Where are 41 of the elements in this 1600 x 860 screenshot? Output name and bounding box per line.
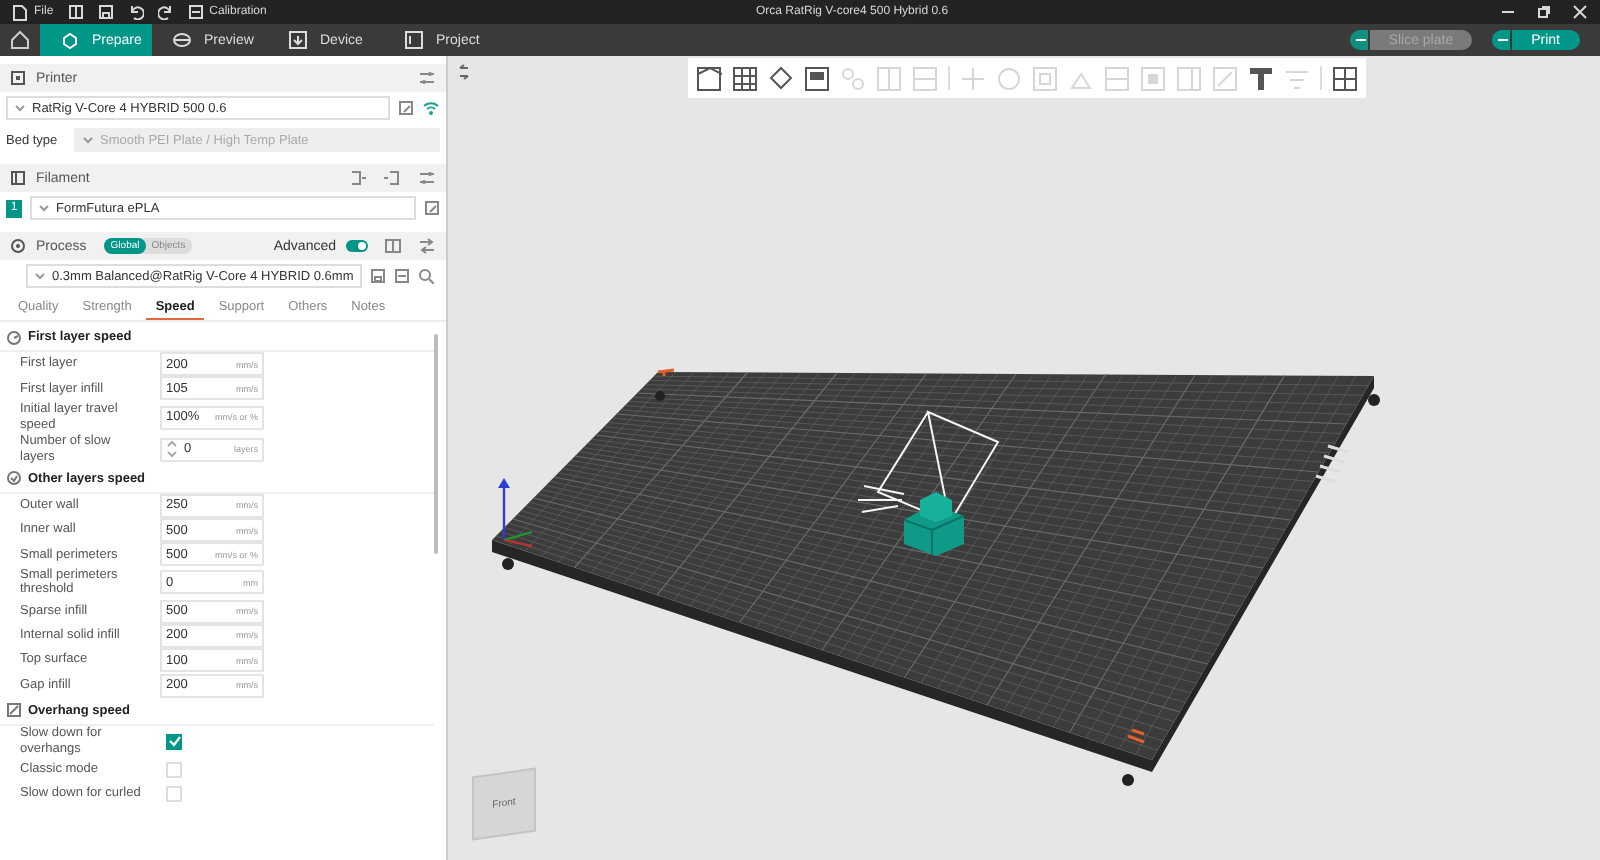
circle-check-icon <box>6 470 22 487</box>
chevron-icon <box>34 270 46 282</box>
swap-icon[interactable] <box>418 238 436 254</box>
dropdown-button[interactable] <box>1491 30 1512 50</box>
diamond-icon[interactable] <box>768 65 794 91</box>
settings-icon[interactable] <box>418 170 436 186</box>
text-icon[interactable] <box>1248 65 1274 91</box>
chevron-icon <box>14 102 26 114</box>
file-icon <box>12 3 28 21</box>
collapse-icon[interactable] <box>394 268 410 284</box>
chevron-icon <box>38 202 50 214</box>
cube-icon[interactable] <box>696 65 722 91</box>
minus-icon <box>1495 34 1510 46</box>
checkbox[interactable] <box>166 733 182 750</box>
grid-icon[interactable] <box>732 65 758 91</box>
download-icon <box>288 30 308 50</box>
panel-icon <box>404 30 424 50</box>
spinner-icon <box>166 440 178 459</box>
chevron-icon <box>82 134 94 146</box>
layout-icon[interactable] <box>67 4 84 20</box>
image-icon[interactable] <box>804 65 830 91</box>
quadrant-icon[interactable] <box>1332 65 1358 91</box>
dropdown-button[interactable] <box>1350 30 1371 50</box>
wifi-icon[interactable] <box>422 100 440 116</box>
undo-icon[interactable] <box>127 4 144 20</box>
advanced-switch[interactable] <box>346 240 368 252</box>
edit-icon[interactable] <box>424 200 440 216</box>
close-icon[interactable] <box>1572 4 1588 20</box>
axes-drawing <box>498 478 533 547</box>
maximize-icon[interactable] <box>1536 4 1552 20</box>
reset-view-icon[interactable] <box>456 64 472 80</box>
gear-icon <box>10 238 26 254</box>
edit-icon[interactable] <box>398 100 414 116</box>
minus-icon <box>1354 34 1369 46</box>
layers-icon <box>172 30 192 50</box>
search-icon[interactable] <box>418 268 434 284</box>
scrollbar[interactable] <box>434 334 438 554</box>
settings-icon[interactable] <box>418 70 436 86</box>
home-icon <box>10 30 30 50</box>
redo-icon[interactable] <box>157 4 174 20</box>
checkmark-icon <box>167 734 181 749</box>
